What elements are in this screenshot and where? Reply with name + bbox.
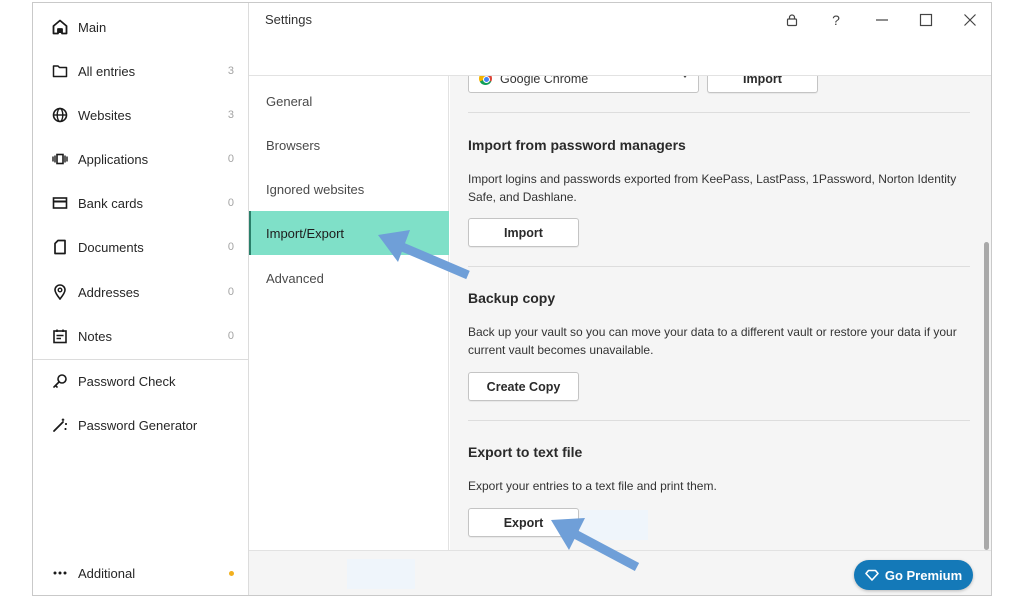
sidebar-item-label: Bank cards <box>78 195 144 211</box>
annotation-highlight <box>580 510 648 540</box>
help-button[interactable]: ? <box>821 7 851 33</box>
password-managers-description: Import logins and passwords exported fro… <box>468 172 957 204</box>
sidebar: Main All entries 3 Websites 3 Applicatio… <box>33 3 249 595</box>
import-browser-button[interactable]: Import <box>707 76 818 93</box>
sidebar-item-password-check[interactable]: Password Check <box>33 359 248 403</box>
sidebar-item-addresses[interactable]: Addresses 0 <box>33 270 248 314</box>
export-title: Export to text file <box>468 444 583 460</box>
section-divider <box>468 266 970 267</box>
sidebar-item-websites[interactable]: Websites 3 <box>33 93 248 137</box>
import-export-panel: Google Chrome Import Import from passwor… <box>450 76 991 550</box>
sidebar-item-all-entries[interactable]: All entries 3 <box>33 49 248 93</box>
magic-wand-icon <box>51 416 69 434</box>
sidebar-item-label: Documents <box>78 239 144 255</box>
page-title: Settings <box>265 12 312 27</box>
backup-description: Back up your vault so you can move your … <box>468 325 957 357</box>
sidebar-item-label: Main <box>78 19 107 35</box>
key-icon <box>51 372 69 390</box>
sidebar-item-applications[interactable]: Applications 0 <box>33 137 248 181</box>
go-premium-button[interactable]: Go Premium <box>854 560 973 590</box>
entry-count: 0 <box>227 241 234 253</box>
entry-count: 3 <box>227 65 234 77</box>
settings-header: Settings ? <box>249 3 991 76</box>
entry-count: 3 <box>227 109 234 121</box>
settings-nav: General Browsers Ignored websites Import… <box>249 76 449 550</box>
backup-title: Backup copy <box>468 290 556 306</box>
settings-tab-browsers[interactable]: Browsers <box>249 123 449 167</box>
settings-tab-ignored-websites[interactable]: Ignored websites <box>249 167 449 211</box>
sidebar-item-label: Addresses <box>78 284 140 300</box>
chrome-icon <box>479 76 492 85</box>
footer-bar: Go Premium <box>249 550 991 595</box>
maximize-icon <box>919 13 933 27</box>
chevron-down-icon <box>682 76 688 78</box>
card-icon <box>51 194 69 212</box>
annotation-highlight <box>347 559 415 589</box>
section-divider <box>468 112 970 113</box>
sidebar-item-label: Password Check <box>78 373 176 389</box>
export-description: Export your entries to a text file and p… <box>468 479 717 493</box>
import-password-managers-button[interactable]: Import <box>468 218 579 247</box>
sidebar-item-password-generator[interactable]: Password Generator <box>33 403 248 447</box>
close-icon <box>964 14 976 26</box>
minimize-button[interactable] <box>867 7 897 33</box>
settings-tab-advanced[interactable]: Advanced <box>249 256 449 300</box>
home-icon <box>51 18 69 36</box>
sidebar-item-notes[interactable]: Notes 0 <box>33 314 248 358</box>
sidebar-item-additional[interactable]: Additional <box>33 551 248 595</box>
entry-count: 0 <box>227 286 234 298</box>
sidebar-item-documents[interactable]: Documents 0 <box>33 225 248 269</box>
lock-icon <box>786 14 798 27</box>
globe-icon <box>51 106 69 124</box>
go-premium-label: Go Premium <box>884 567 963 583</box>
entry-count: 0 <box>227 330 234 342</box>
password-managers-title: Import from password managers <box>468 137 686 153</box>
entry-count: 0 <box>227 153 234 165</box>
settings-tab-import-export[interactable]: Import/Export <box>249 211 449 255</box>
sidebar-item-label: Notes <box>78 328 112 344</box>
settings-tab-general[interactable]: General <box>249 79 449 123</box>
browser-select-value: Google Chrome <box>500 76 589 86</box>
sidebar-item-label: Additional <box>78 565 136 581</box>
notes-icon <box>51 327 69 345</box>
close-button[interactable] <box>955 7 985 33</box>
diamond-icon <box>865 569 879 581</box>
sidebar-item-label: Websites <box>78 107 132 123</box>
app-window: Main All entries 3 Websites 3 Applicatio… <box>32 2 992 596</box>
browser-select[interactable]: Google Chrome <box>468 76 699 93</box>
create-copy-button[interactable]: Create Copy <box>468 372 579 401</box>
sidebar-item-main[interactable]: Main <box>33 5 248 49</box>
maximize-button[interactable] <box>911 7 941 33</box>
sidebar-item-bank-cards[interactable]: Bank cards 0 <box>33 181 248 225</box>
lock-button[interactable] <box>777 7 807 33</box>
location-pin-icon <box>51 283 69 301</box>
sidebar-item-label: All entries <box>78 63 136 79</box>
export-button[interactable]: Export <box>468 508 579 537</box>
minimize-icon <box>876 19 888 21</box>
applications-icon <box>51 150 69 168</box>
notification-dot <box>229 570 234 576</box>
sidebar-item-label: Password Generator <box>78 417 198 433</box>
entry-count: 0 <box>227 197 234 209</box>
section-divider <box>468 420 970 421</box>
scrollbar[interactable] <box>984 242 989 550</box>
folder-icon <box>51 62 69 80</box>
sidebar-item-label: Applications <box>78 151 149 167</box>
help-icon: ? <box>832 12 840 28</box>
more-dots-icon <box>51 564 69 582</box>
document-icon <box>51 238 69 256</box>
